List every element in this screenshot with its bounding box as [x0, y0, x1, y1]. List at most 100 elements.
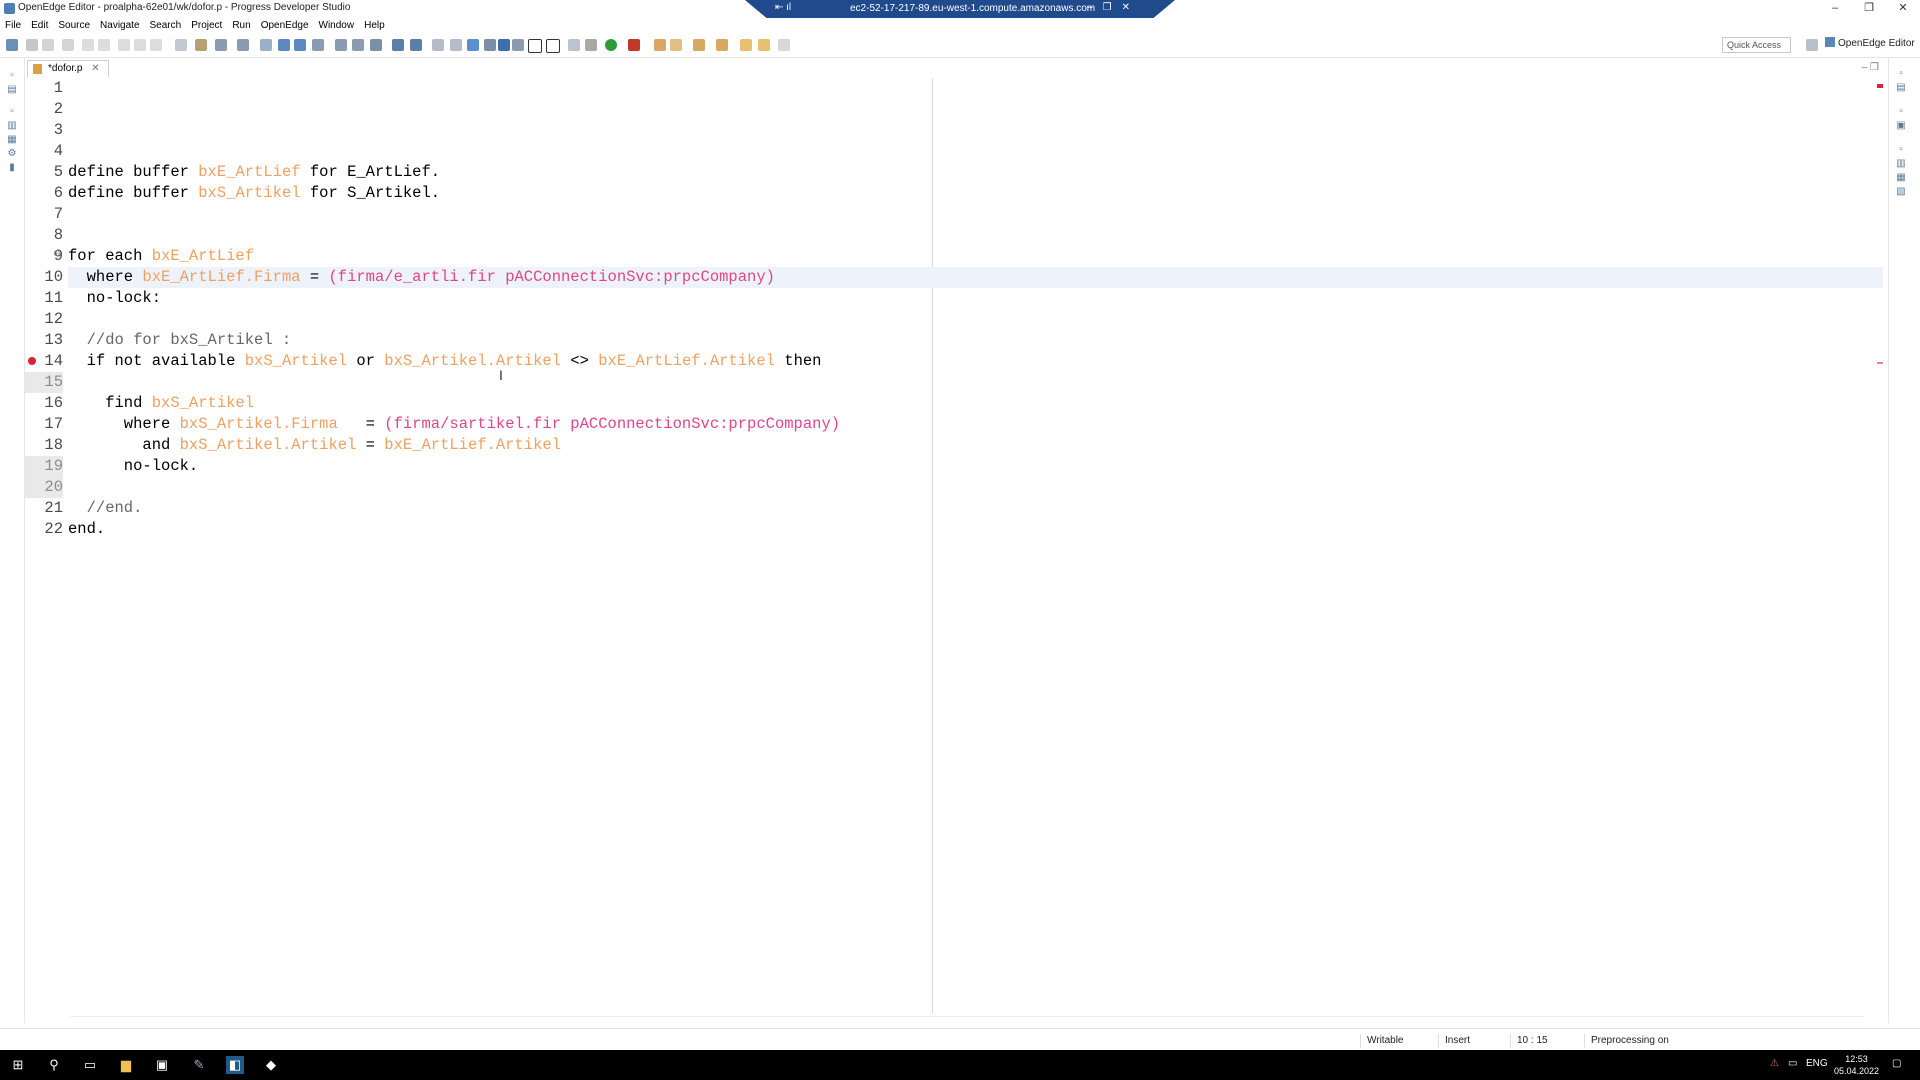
- notifications-icon[interactable]: ▢: [1892, 1058, 1901, 1069]
- code-editor[interactable]: 1 2 3 4 5 6 7 8 9 10 11 12 13 14 15 16 17 18 19 20 21 22 ⊖ def…: [25, 78, 1887, 1013]
- indent-icon[interactable]: [175, 39, 187, 51]
- menu-source[interactable]: Source: [53, 18, 95, 31]
- menu-window[interactable]: Window: [314, 18, 360, 31]
- close-tab-icon[interactable]: ✕: [91, 63, 99, 74]
- save-icon[interactable]: [26, 39, 38, 51]
- bookmark-icon[interactable]: [467, 39, 479, 51]
- new-icon[interactable]: [6, 39, 18, 51]
- restore-icon[interactable]: ▫: [6, 106, 18, 118]
- line-number[interactable]: 5: [25, 162, 63, 183]
- menu-edit[interactable]: Edit: [26, 18, 53, 31]
- code-line[interactable]: [68, 141, 1883, 162]
- query-icon[interactable]: [370, 39, 382, 51]
- code-line[interactable]: [68, 309, 1883, 330]
- check-syntax-icon[interactable]: [237, 39, 249, 51]
- line-number[interactable]: 4: [25, 141, 63, 162]
- perspective-button[interactable]: OpenEdge Editor: [1825, 37, 1915, 49]
- horizontal-scrollbar[interactable]: [70, 1016, 1865, 1023]
- code-line[interactable]: define buffer bxE_ArtLief for E_ArtLief.: [68, 162, 1883, 183]
- text-style-icon[interactable]: [546, 39, 560, 53]
- code-line[interactable]: no-lock.: [68, 456, 1883, 477]
- code-line[interactable]: [68, 477, 1883, 498]
- maximize-button[interactable]: ❐: [1852, 0, 1886, 17]
- remote-window-controls[interactable]: –❐✕: [1087, 2, 1140, 13]
- function-icon[interactable]: [410, 39, 422, 51]
- project-explorer-icon[interactable]: ▤: [6, 84, 18, 96]
- code-line[interactable]: [68, 78, 1883, 99]
- code-line[interactable]: where bxS_Artikel.Firma = (firma/sartike…: [68, 414, 1883, 435]
- line-number[interactable]: 2: [25, 99, 63, 120]
- menu-openedge[interactable]: OpenEdge: [256, 18, 314, 31]
- redo-icon[interactable]: [98, 39, 110, 51]
- format-icon[interactable]: [260, 39, 272, 51]
- line-number[interactable]: 12: [25, 309, 63, 330]
- error-indicator[interactable]: [1877, 84, 1883, 88]
- save-all-icon[interactable]: [42, 39, 54, 51]
- minimize-button[interactable]: –: [1818, 0, 1852, 17]
- copy-icon[interactable]: [134, 39, 146, 51]
- text-box-icon[interactable]: [528, 39, 542, 53]
- line-number[interactable]: 8: [25, 225, 63, 246]
- unlink-icon[interactable]: [450, 39, 462, 51]
- code-line[interactable]: if not available bxS_Artikel or bxS_Arti…: [68, 351, 1883, 372]
- open-folder-icon[interactable]: [654, 39, 666, 51]
- line-number[interactable]: 17: [25, 414, 63, 435]
- restore-icon[interactable]: ▫: [1895, 144, 1907, 156]
- clock[interactable]: 12:53 05.04.2022: [1834, 1053, 1879, 1077]
- procedure-icon[interactable]: [392, 39, 404, 51]
- code-line[interactable]: find bxS_Artikel: [68, 393, 1883, 414]
- line-number[interactable]: 6: [25, 183, 63, 204]
- code-line[interactable]: end.: [68, 519, 1883, 540]
- outline-view-icon[interactable]: ▥: [6, 120, 18, 132]
- code-line[interactable]: no-lock:: [68, 288, 1883, 309]
- menu-search[interactable]: Search: [145, 18, 187, 31]
- problems-icon[interactable]: ▥: [1895, 158, 1907, 170]
- remote-desktop-bar[interactable]: ⇤ ıl ec2-52-17-217-89.eu-west-1.compute.…: [745, 0, 1175, 18]
- line-number[interactable]: 22: [25, 519, 63, 540]
- restore-icon[interactable]: ▫: [6, 70, 18, 82]
- code-line[interactable]: [68, 225, 1883, 246]
- progress-studio-icon[interactable]: ◧: [226, 1056, 244, 1074]
- properties-icon[interactable]: ▦: [6, 134, 18, 146]
- restore-icon[interactable]: ▫: [1895, 106, 1907, 118]
- package-icon[interactable]: [670, 39, 682, 51]
- table-icon[interactable]: [352, 39, 364, 51]
- menu-file[interactable]: File: [0, 18, 26, 31]
- start-icon[interactable]: ⊞: [9, 1056, 27, 1074]
- line-number[interactable]: 13: [25, 330, 63, 351]
- menu-run[interactable]: Run: [227, 18, 255, 31]
- current-code-line[interactable]: where bxE_ArtLief.Firma = (firma/e_artli…: [68, 267, 1883, 288]
- code-line[interactable]: [68, 204, 1883, 225]
- settings-icon[interactable]: ⚙: [6, 148, 18, 160]
- line-number[interactable]: 20: [25, 477, 63, 498]
- undo-icon[interactable]: [82, 39, 94, 51]
- expand-icon[interactable]: [278, 39, 290, 51]
- menu-navigate[interactable]: Navigate: [95, 18, 144, 31]
- overview-ruler[interactable]: [1875, 80, 1885, 1010]
- developer-tool-icon[interactable]: ✎: [190, 1056, 208, 1074]
- console-icon[interactable]: ▣: [1895, 120, 1907, 132]
- history-icon[interactable]: [778, 39, 790, 51]
- search-icon[interactable]: ⚲: [45, 1056, 63, 1074]
- database-view-icon[interactable]: ▮: [6, 162, 18, 174]
- fold-toggle-icon[interactable]: ⊖: [53, 249, 61, 259]
- search-file-icon[interactable]: [568, 39, 580, 51]
- line-number[interactable]: 18: [25, 435, 63, 456]
- print-icon[interactable]: [62, 39, 74, 51]
- close-button[interactable]: ✕: [1886, 0, 1920, 17]
- line-number[interactable]: 3: [25, 120, 63, 141]
- code-line[interactable]: [68, 99, 1883, 120]
- run-icon[interactable]: [605, 39, 617, 51]
- network-warning-icon[interactable]: ⚠: [1770, 1058, 1779, 1069]
- build-icon[interactable]: [195, 39, 207, 51]
- editor-tab-dofor[interactable]: *dofor.p ✕: [27, 60, 109, 77]
- line-number[interactable]: 15: [25, 372, 63, 393]
- restore-icon[interactable]: ▫: [1895, 68, 1907, 80]
- code-line[interactable]: define buffer bxS_Artikel for S_Artikel.: [68, 183, 1883, 204]
- line-number[interactable]: 19: [25, 456, 63, 477]
- marker-icon[interactable]: [498, 39, 510, 51]
- collapse-icon[interactable]: [294, 39, 306, 51]
- line-number[interactable]: 16: [25, 393, 63, 414]
- next-annotation-icon[interactable]: [693, 39, 705, 51]
- menu-project[interactable]: Project: [186, 18, 227, 31]
